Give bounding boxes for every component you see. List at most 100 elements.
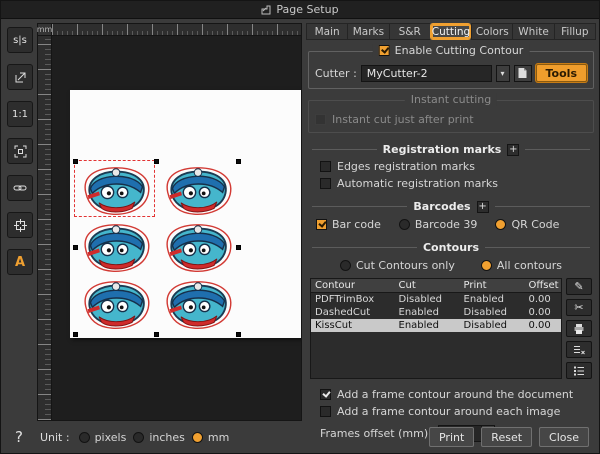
- cell: PDFTrimBox: [315, 294, 375, 305]
- table-row-selected[interactable]: KissCut Enabled Disabled 0.00: [311, 319, 561, 332]
- registration-marks-title: Registration marks: [382, 143, 502, 156]
- selection-handle[interactable]: [236, 245, 241, 250]
- export-button[interactable]: [7, 64, 33, 90]
- center-object-button[interactable]: [7, 212, 33, 238]
- cutter-select[interactable]: MyCutter-2: [360, 64, 492, 82]
- help-button[interactable]: ?: [15, 428, 23, 446]
- automatic-registration-checkbox[interactable]: [320, 178, 331, 189]
- text-annotation-button[interactable]: A: [7, 249, 33, 275]
- selection-handle[interactable]: [73, 159, 78, 164]
- cut-contours-only-label: Cut Contours only: [355, 259, 455, 272]
- bar-code-checkbox[interactable]: [316, 219, 327, 230]
- selection-handle[interactable]: [236, 159, 241, 164]
- registration-marks-header: Registration marks +: [312, 143, 590, 156]
- tab-main[interactable]: Main: [306, 23, 348, 40]
- settings-panel: Main Marks S&R Cutting Colors White Fill…: [306, 23, 596, 449]
- selection-handle[interactable]: [154, 332, 159, 337]
- spread-view-button[interactable]: s|s: [7, 27, 33, 53]
- document-page[interactable]: [70, 90, 301, 338]
- preview-canvas[interactable]: [52, 36, 301, 420]
- contour-list-button[interactable]: [566, 362, 592, 379]
- contours-table[interactable]: Contour Cut Print Offset PDFTrimBox Disa…: [310, 278, 562, 379]
- sticker-group[interactable]: [73, 159, 241, 337]
- table-row[interactable]: PDFTrimBox Disabled Enabled 0.00: [311, 293, 561, 306]
- titlebar[interactable]: Page Setup: [1, 1, 599, 19]
- cell: 0.00: [528, 294, 551, 305]
- unit-mm-radio[interactable]: [191, 431, 203, 443]
- sticker-artwork[interactable]: [78, 278, 154, 331]
- cell: Enabled: [398, 307, 439, 318]
- selection-handle[interactable]: [154, 159, 159, 164]
- selection-handle[interactable]: [73, 332, 78, 337]
- bar-code-label: Bar code: [332, 218, 381, 231]
- tab-white[interactable]: White: [512, 23, 554, 40]
- sticker-artwork[interactable]: [160, 278, 236, 331]
- unit-pixels-radio[interactable]: [78, 431, 90, 443]
- tab-marks[interactable]: Marks: [347, 23, 389, 40]
- sticker-artwork[interactable]: [160, 221, 236, 274]
- link-button[interactable]: [7, 175, 33, 201]
- text-tool-icon: A: [14, 254, 26, 270]
- fit-page-icon: [14, 145, 26, 157]
- print-contour-button[interactable]: [566, 320, 592, 337]
- tools-button[interactable]: Tools: [535, 64, 587, 82]
- contours-table-header: Contour Cut Print Offset: [311, 279, 561, 293]
- tab-colors[interactable]: Colors: [471, 23, 513, 40]
- column-header: Cut: [398, 280, 416, 291]
- barcodes-expand-button[interactable]: +: [476, 200, 489, 213]
- unit-inches-label: inches: [149, 430, 185, 444]
- link-icon: [13, 185, 27, 191]
- contours-header: Contours: [312, 241, 590, 254]
- cell: KissCut: [315, 320, 352, 331]
- all-contours-label: All contours: [496, 259, 563, 272]
- cut-contours-only-radio[interactable]: [339, 260, 351, 271]
- close-button[interactable]: Close: [539, 427, 589, 447]
- frame-image-label: Add a frame contour around each image: [337, 405, 561, 418]
- cell: Disabled: [463, 307, 507, 318]
- selection-handle[interactable]: [73, 245, 78, 250]
- page-setup-dialog: Page Setup s|s 1:1 A mm Main Marks S&R C…: [0, 0, 600, 454]
- edges-registration-checkbox[interactable]: [320, 161, 331, 172]
- actual-size-icon: 1:1: [11, 108, 29, 120]
- ruler-unit-corner: mm: [36, 24, 53, 36]
- unit-inches-radio[interactable]: [133, 431, 145, 443]
- unit-label: Unit :: [39, 430, 70, 444]
- edit-contour-button[interactable]: ✎: [566, 278, 592, 295]
- cut-contour-button[interactable]: ✂: [566, 299, 592, 316]
- sticker-artwork[interactable]: [78, 221, 154, 274]
- tab-bar: Main Marks S&R Cutting Colors White Fill…: [306, 23, 596, 40]
- column-header: Contour: [315, 280, 355, 291]
- edges-registration-label: Edges registration marks: [337, 160, 475, 173]
- reset-button[interactable]: Reset: [481, 427, 533, 447]
- actual-size-button[interactable]: 1:1: [7, 101, 33, 127]
- tab-fillup[interactable]: Fillup: [553, 23, 596, 40]
- window-title: Page Setup: [276, 3, 339, 16]
- fit-page-button[interactable]: [7, 138, 33, 164]
- all-contours-radio[interactable]: [480, 260, 492, 271]
- cell: Enabled: [463, 294, 504, 305]
- qr-code-radio[interactable]: [495, 219, 507, 230]
- tab-cutting[interactable]: Cutting: [429, 23, 472, 40]
- scissors-icon: ✂: [574, 301, 584, 314]
- barcode39-label: Barcode 39: [414, 218, 478, 231]
- horizontal-ruler: [52, 24, 301, 36]
- barcode39-radio[interactable]: [398, 219, 410, 230]
- frame-image-checkbox[interactable]: [320, 406, 331, 417]
- frame-document-checkbox[interactable]: [320, 389, 331, 400]
- enable-cutting-contour-checkbox[interactable]: [378, 45, 390, 56]
- print-button[interactable]: Print: [428, 427, 475, 447]
- unit-mm-label: mm: [207, 430, 230, 444]
- selection-dashed-outline: [74, 160, 155, 217]
- cutter-dropdown-button[interactable]: ▾: [495, 64, 510, 82]
- center-object-icon: [13, 218, 27, 232]
- cutter-edit-button[interactable]: [513, 64, 532, 82]
- list-remove-icon: [574, 345, 585, 354]
- remove-from-list-button[interactable]: [566, 341, 592, 358]
- sticker-artwork[interactable]: [160, 164, 236, 217]
- tab-sr[interactable]: S&R: [388, 23, 430, 40]
- pencil-icon: ✎: [574, 280, 584, 293]
- table-row[interactable]: DashedCut Enabled Disabled 0.00: [311, 306, 561, 319]
- barcodes-header: Barcodes +: [312, 200, 591, 213]
- selection-handle[interactable]: [236, 332, 241, 337]
- registration-marks-expand-button[interactable]: +: [507, 143, 520, 156]
